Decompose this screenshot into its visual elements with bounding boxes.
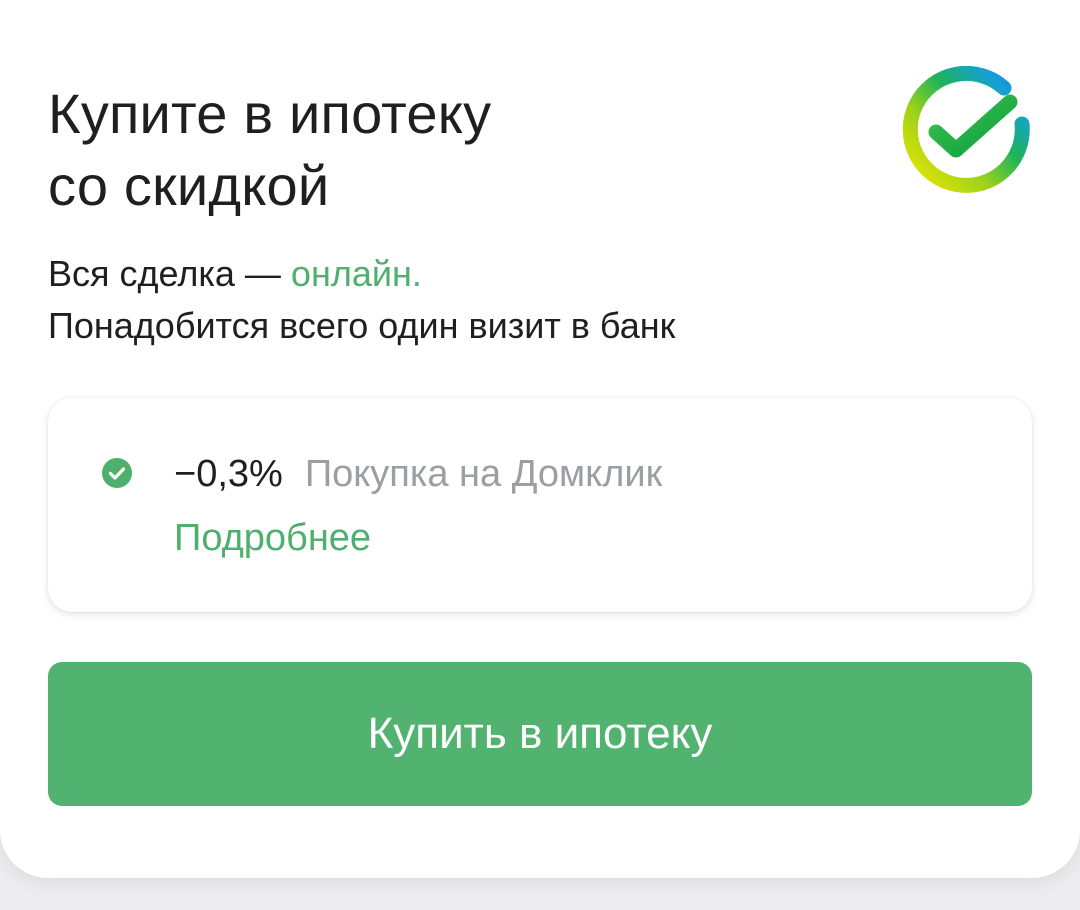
mortgage-promo-card: Купите в ипотеку со скидкой Вся сделка —… [0,0,1080,878]
offer-discount: −0,3% [174,453,283,495]
promo-subtitle: Вся сделка — онлайн. Понадобится всего о… [48,248,675,352]
promo-title-line1: Купите в ипотеку [48,82,492,145]
offer-label: Покупка на Домклик [304,453,663,495]
subtitle-prefix: Вся сделка — [48,253,291,294]
check-circle-icon [102,458,132,488]
promo-title: Купите в ипотеку со скидкой [48,78,491,222]
discount-offer-card: −0,3% Покупка на Домклик Подробнее [48,398,1032,612]
subtitle-line1: Вся сделка — онлайн. [48,248,675,300]
subtitle-line2: Понадобится всего один визит в банк [48,305,676,346]
details-link[interactable]: Подробнее [174,512,371,564]
promo-title-line2: со скидкой [48,154,330,217]
buy-mortgage-button[interactable]: Купить в ипотеку [48,662,1032,806]
offer-line: −0,3% Покупка на Домклик [174,450,662,498]
card-corner [1020,0,1080,60]
sber-checkmark-logo-icon [896,65,1030,200]
subtitle-accent-online: онлайн. [290,253,422,294]
